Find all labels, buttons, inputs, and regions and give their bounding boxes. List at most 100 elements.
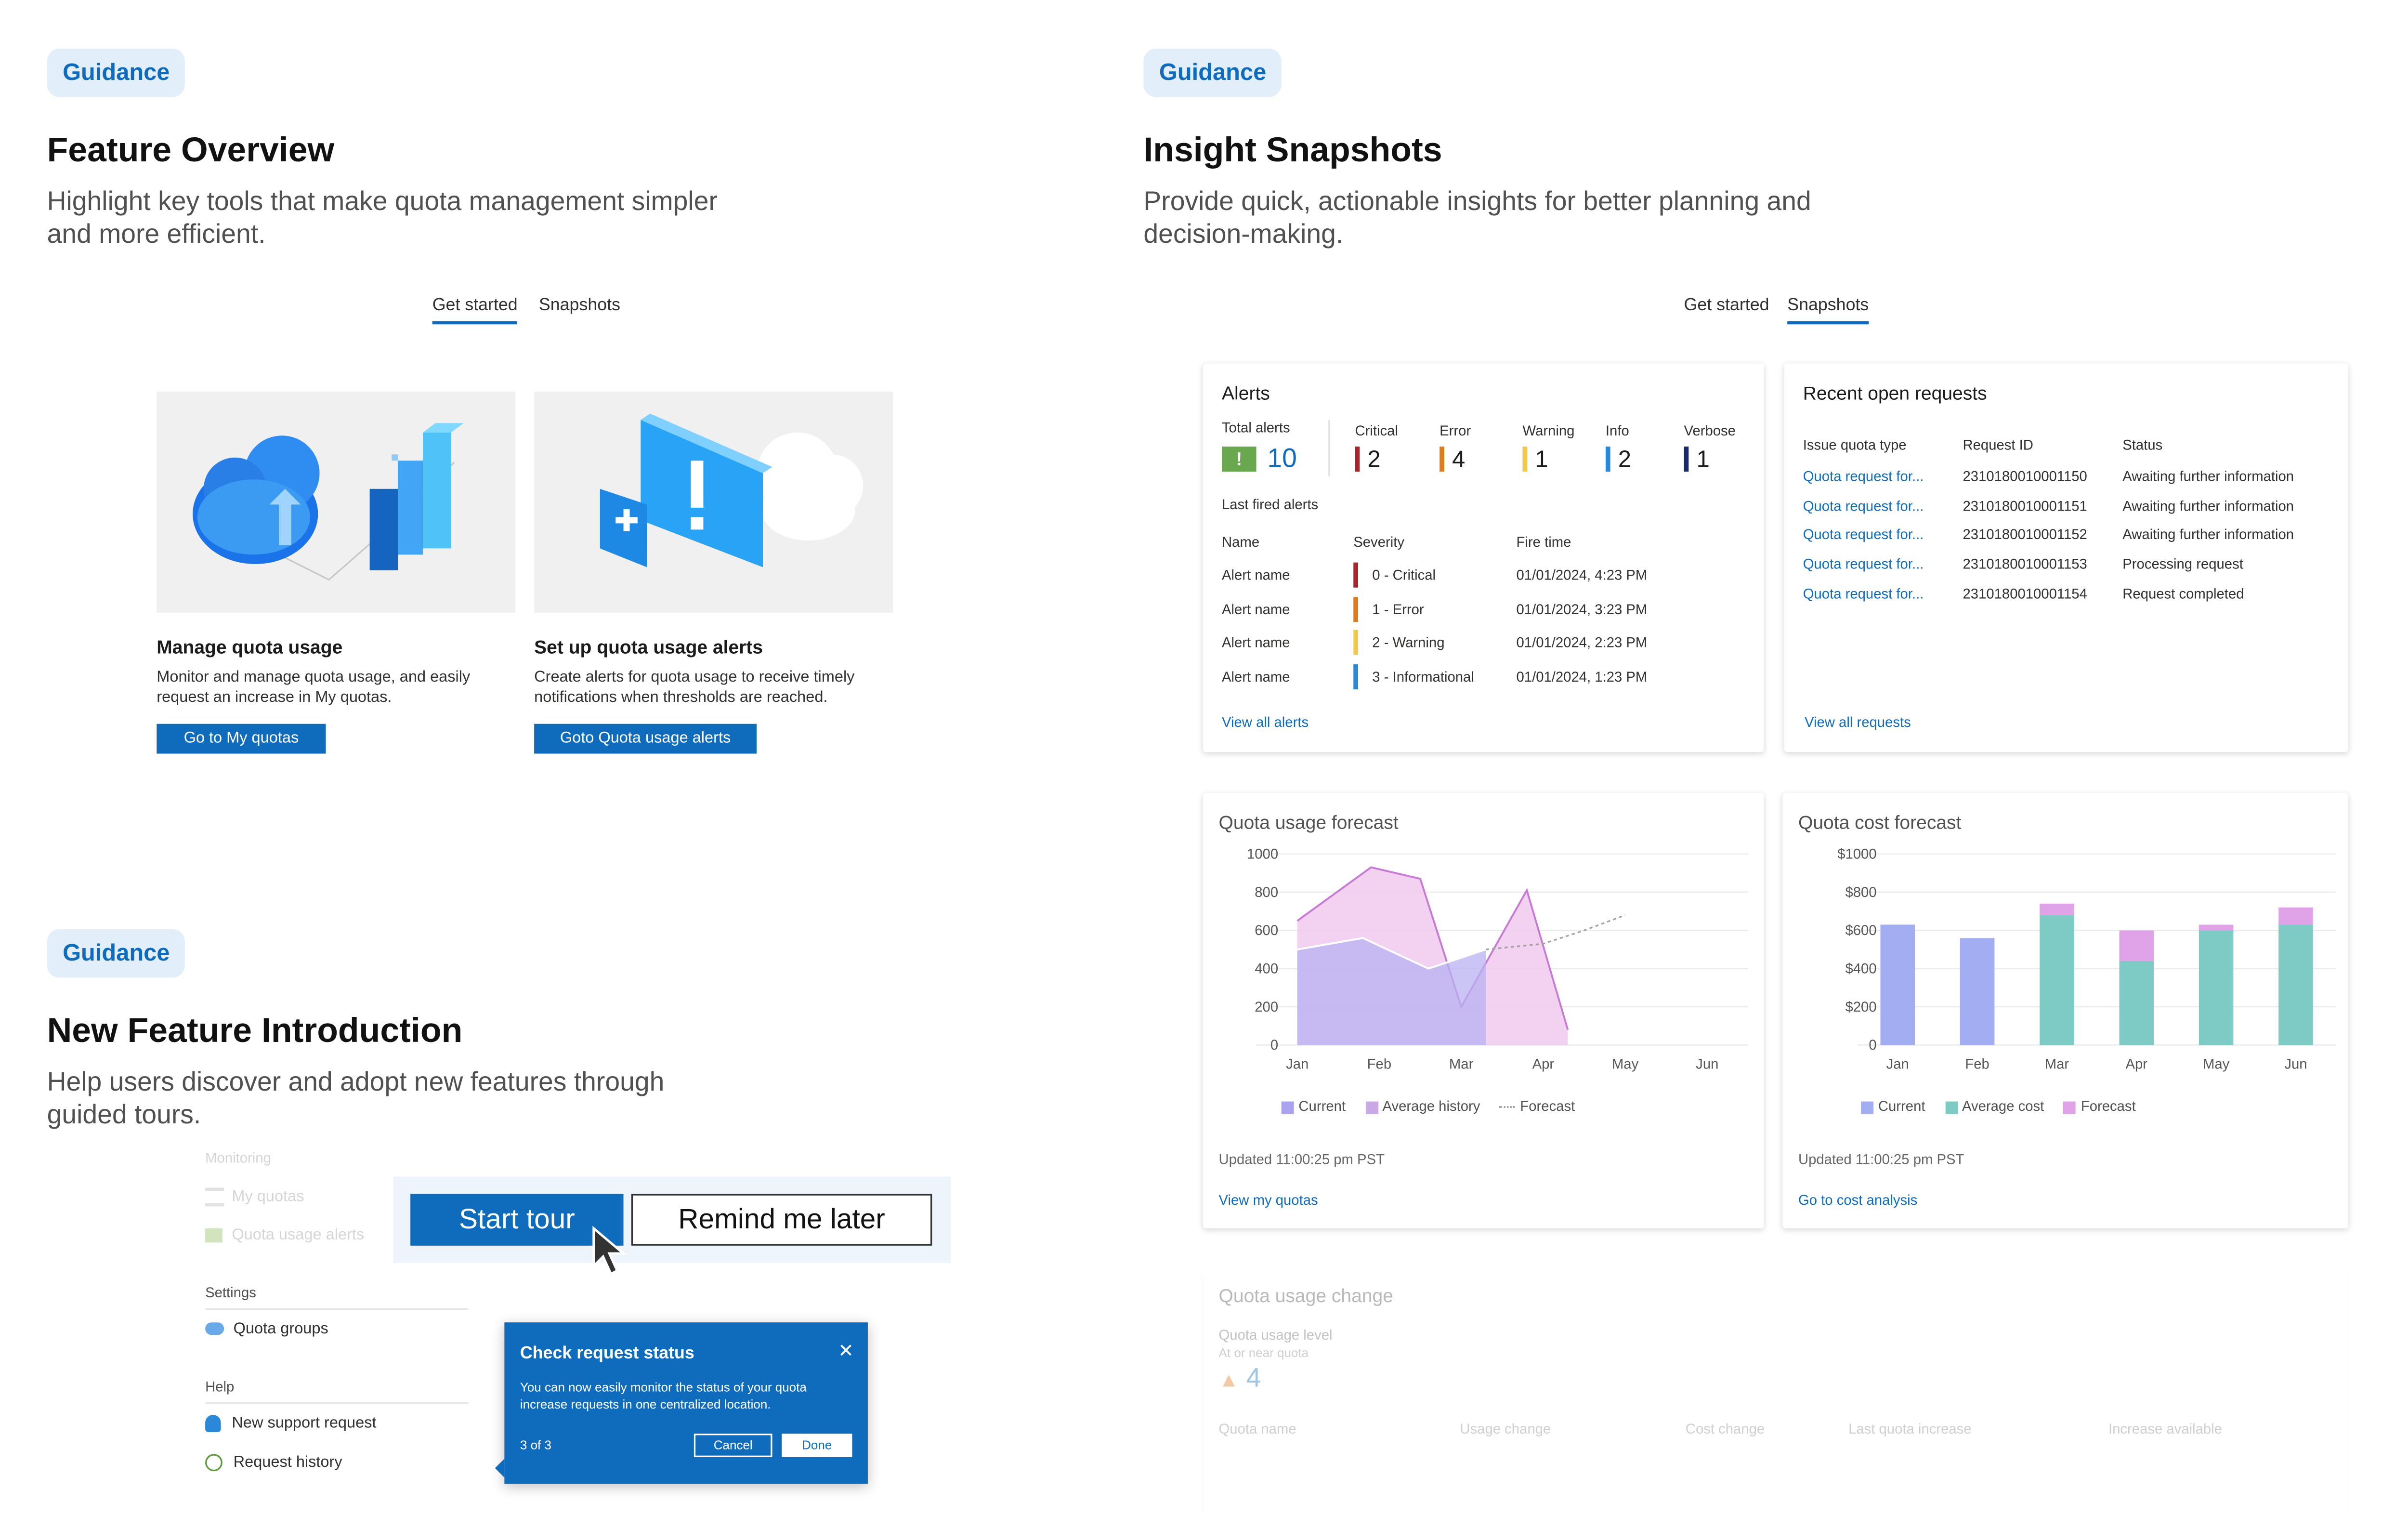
alert-count-value: 4 xyxy=(1452,446,1466,474)
col-header-increase-available: Increase available xyxy=(2108,1421,2222,1437)
y-tick-label: 0 xyxy=(1869,1038,1876,1053)
table-row: Quota request for... 2310180010001150 Awai… xyxy=(1784,469,2348,491)
go-to-cost-analysis-link[interactable]: Go to cost analysis xyxy=(1798,1192,1917,1208)
x-tick-label: May xyxy=(1612,1056,1639,1072)
nav-item-new-support-request[interactable]: New support request xyxy=(205,1415,377,1432)
legend-label: Average cost xyxy=(1962,1098,2044,1114)
x-tick-label: Jun xyxy=(2284,1056,2307,1072)
panel-title: Alerts xyxy=(1222,382,1270,405)
severity-bar xyxy=(1440,446,1444,472)
nav-item-label: My quotas xyxy=(232,1188,304,1206)
alert-severity: 0 - Critical xyxy=(1372,567,1436,583)
person-icon xyxy=(205,1415,221,1432)
done-button[interactable]: Done xyxy=(782,1434,852,1457)
view-my-quotas-link[interactable]: View my quotas xyxy=(1219,1192,1318,1208)
col-header-type: Issue quota type xyxy=(1803,437,1907,453)
card-description: Monitor and manage quota usage, and easi… xyxy=(157,669,471,707)
close-icon[interactable]: ✕ xyxy=(838,1340,854,1362)
legend-forecast: Forecast xyxy=(1500,1098,1575,1114)
legend-forecast: Forecast xyxy=(2064,1098,2136,1114)
table-row[interactable]: Alert name 1 - Error 01/01/2024, 3:23 PM xyxy=(1203,596,1764,630)
col-header-quota-name: Quota name xyxy=(1218,1421,1296,1437)
request-type-link[interactable]: Quota request for... xyxy=(1803,469,1924,485)
legend-swatch xyxy=(1365,1101,1378,1114)
updated-timestamp: Updated 11:00:25 pm PST xyxy=(1218,1151,1385,1168)
legend-average-history: Average history xyxy=(1365,1098,1480,1114)
table-row: Quota request for... 2310180010001152 Awai… xyxy=(1784,527,2348,549)
legend-swatch xyxy=(1945,1101,1958,1114)
request-type-link[interactable]: Quota request for... xyxy=(1803,586,1924,602)
alert-fire-time: 01/01/2024, 3:23 PM xyxy=(1516,601,1648,617)
request-type-link[interactable]: Quota request for... xyxy=(1803,498,1924,514)
view-all-alerts-link[interactable]: View all alerts xyxy=(1222,714,1309,730)
y-tick-label: $400 xyxy=(1845,962,1877,977)
cancel-button[interactable]: Cancel xyxy=(694,1434,772,1457)
bar-forecast xyxy=(2040,903,2074,915)
alert-name: Alert name xyxy=(1222,601,1290,617)
list-icon xyxy=(205,1187,224,1207)
alert-count-label: Warning xyxy=(1522,423,1575,439)
chart-legend: Current Average history Forecast xyxy=(1281,1098,1575,1114)
tab-snapshots[interactable]: Snapshots xyxy=(1787,296,1869,325)
cost-forecast-chart: $1000 $800 $600 $400 $200 0 Jan Feb Mar Apr May Jun xyxy=(1837,846,2336,1072)
legend-swatch xyxy=(2064,1101,2077,1114)
guidance-tag: Guidance xyxy=(47,48,185,97)
alert-fire-time: 01/01/2024, 4:23 PM xyxy=(1516,567,1648,583)
bar-forecast xyxy=(2199,924,2234,931)
alert-icon xyxy=(205,1228,222,1242)
tab-get-started[interactable]: Get started xyxy=(432,296,518,325)
usage-change-panel: Quota usage change Quota usage level At … xyxy=(1203,1269,2348,1515)
bar-average-cost xyxy=(2040,915,2074,1045)
nav-section-help: Help xyxy=(205,1379,235,1395)
severity-bar xyxy=(1355,446,1360,472)
recent-requests-panel: Recent open requests Issue quota type Re… xyxy=(1784,363,2348,752)
tab-snapshots[interactable]: Snapshots xyxy=(539,296,620,315)
y-tick-label: 800 xyxy=(1255,885,1278,900)
divider xyxy=(1328,420,1330,476)
popup-pointer xyxy=(495,1459,505,1478)
table-row[interactable]: Alert name 3 - Informational 01/01/2024, 1… xyxy=(1203,664,1764,698)
severity-bar xyxy=(1353,562,1359,588)
legend-label: Forecast xyxy=(1520,1098,1575,1114)
view-all-requests-link[interactable]: View all requests xyxy=(1805,714,1911,730)
table-row[interactable]: Alert name 2 - Warning 01/01/2024, 2:23 PM xyxy=(1203,630,1764,664)
usage-forecast-chart: 1000 800 600 400 200 0 Jan Feb Mar Apr May Jun xyxy=(1247,846,1748,1072)
request-type-link[interactable]: Quota request for... xyxy=(1803,527,1924,543)
request-status: Awaiting further information xyxy=(2122,468,2294,485)
x-tick-label: Jan xyxy=(1286,1056,1309,1072)
nav-item-request-history[interactable]: Request history xyxy=(205,1454,342,1472)
x-tick-label: Apr xyxy=(1532,1056,1555,1072)
tab-get-started[interactable]: Get started xyxy=(1684,296,1769,315)
history-icon xyxy=(205,1454,222,1472)
section-title: Feature Overview xyxy=(47,130,335,170)
x-tick-label: Feb xyxy=(1965,1056,1989,1072)
alert-severity: 3 - Informational xyxy=(1372,669,1474,685)
nav-item-quota-usage-alerts[interactable]: Quota usage alerts xyxy=(205,1227,364,1244)
request-type-link[interactable]: Quota request for... xyxy=(1803,556,1924,572)
y-tick-label: 0 xyxy=(1270,1038,1278,1053)
usage-level-value: ▲ 4 xyxy=(1219,1363,1261,1395)
nav-item-quota-groups[interactable]: Quota groups xyxy=(205,1321,328,1338)
request-status: Awaiting further information xyxy=(2122,527,2294,543)
col-header-name: Name xyxy=(1222,534,1260,550)
col-header-request-id: Request ID xyxy=(1963,437,2033,453)
bar-forecast xyxy=(2119,930,2154,961)
nav-item-my-quotas[interactable]: My quotas xyxy=(205,1187,304,1207)
legend-label: Current xyxy=(1878,1098,1925,1114)
cloud-chart-illustration xyxy=(157,392,516,613)
legend-label: Forecast xyxy=(2081,1098,2136,1114)
go-to-my-quotas-button[interactable]: Go to My quotas xyxy=(157,724,326,754)
y-tick-label: 1000 xyxy=(1247,846,1278,862)
remind-me-later-button[interactable]: Remind me later xyxy=(631,1194,932,1246)
usage-level-sub: At or near quota xyxy=(1218,1345,1309,1360)
bar-current xyxy=(1960,938,1995,1045)
goto-quota-usage-alerts-button[interactable]: Goto Quota usage alerts xyxy=(534,724,757,754)
alert-fire-time: 01/01/2024, 2:23 PM xyxy=(1516,635,1648,651)
y-tick-label: 600 xyxy=(1255,923,1278,938)
bar-forecast xyxy=(2278,907,2313,925)
legend-current: Current xyxy=(1861,1098,1925,1114)
table-row: Quota request for... 2310180010001153 Proc… xyxy=(1784,556,2348,579)
request-id: 2310180010001153 xyxy=(1963,556,2087,572)
request-status: Processing request xyxy=(2122,556,2243,572)
table-row[interactable]: Alert name 0 - Critical 01/01/2024, 4:23 P… xyxy=(1203,562,1764,595)
